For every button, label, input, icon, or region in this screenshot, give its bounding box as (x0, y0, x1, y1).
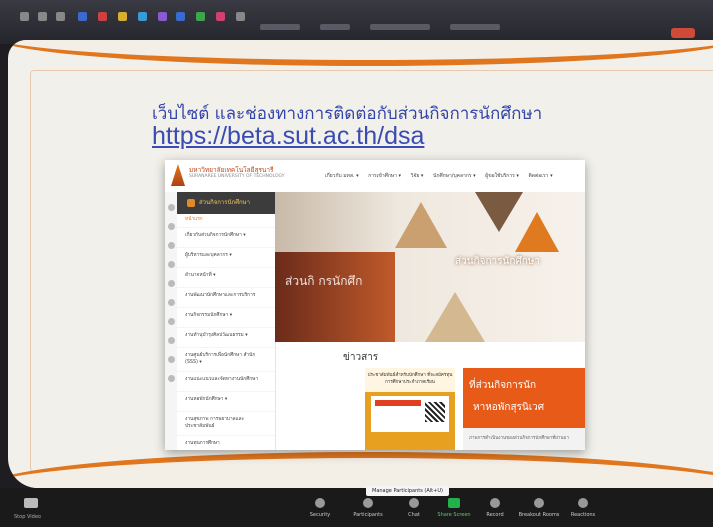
news-card-caption: ภาพการดำเนินงานของส่วนกิจการนักศึกษาที่ผ… (469, 436, 569, 441)
chat-bubble-icon (409, 498, 419, 508)
nav-item[interactable]: การเข้าศึกษา ▾ (368, 173, 401, 179)
banner-title: ส่วนกิจการนักศึกษา (455, 256, 541, 267)
record-indicator (671, 28, 695, 38)
building-photo (275, 252, 395, 342)
toolbar-icon[interactable] (118, 12, 127, 21)
decor-triangle (425, 292, 485, 342)
sidebar-item[interactable]: เกี่ยวกับส่วนกิจการนักศึกษา ▾ (177, 228, 275, 248)
toolbar-icon[interactable] (176, 12, 185, 21)
website-header: มหาวิทยาลัยเทคโนโลยีสุรนารี SURANAREE UN… (165, 160, 585, 193)
rail-icon[interactable] (167, 356, 175, 363)
news-card-subheadline: หาหอพักสุรนิเวศ (473, 402, 545, 413)
news-card-poster (463, 368, 585, 428)
qr-code-icon (425, 402, 445, 422)
top-toolbar (0, 0, 713, 44)
sidebar-item[interactable]: งานทำนุบำรุงศิลปวัฒนธรรม ▾ (177, 328, 275, 348)
people-icon (363, 498, 373, 508)
share-screen-icon (448, 498, 460, 508)
news-card[interactable]: ประชาสัมพันธ์สำหรับนักศึกษา ที่จะสมัครทุ… (365, 368, 455, 450)
toolbar-icon[interactable] (98, 12, 107, 21)
nav-item[interactable]: ติดต่อเรา ▾ (529, 173, 553, 179)
participants-tooltip: Manage Participants (Alt+U) (366, 486, 449, 496)
website-screenshot: มหาวิทยาลัยเทคโนโลยีสุรนารี SURANAREE UN… (165, 160, 585, 450)
sidebar-item[interactable]: งานทุนการศึกษา (177, 436, 275, 450)
icon-rail (165, 192, 177, 450)
news-heading: ข่าวสาร (343, 352, 379, 363)
rail-icon[interactable] (167, 299, 175, 306)
toolbar-icon[interactable] (56, 12, 65, 21)
news-card[interactable]: ที่ส่วนกิจการนัก หาหอพักสุรนิเวศ ภาพการด… (463, 368, 585, 450)
nav-item[interactable]: เกี่ยวกับ มทส. ▾ (325, 173, 359, 179)
poster-bar (375, 400, 421, 406)
sidebar-item[interactable]: งานกิจกรรมนักศึกษา ▾ (177, 308, 275, 328)
sidebar-item[interactable]: งานหอพักนักศึกษา ▾ (177, 392, 275, 412)
toolbar-icon[interactable] (216, 12, 225, 21)
rail-icon[interactable] (167, 280, 175, 287)
rail-icon[interactable] (167, 261, 175, 268)
grid-icon (534, 498, 544, 508)
sidebar-item-home[interactable]: หน้าแรก (177, 214, 275, 228)
rail-icon[interactable] (167, 318, 175, 325)
sidebar-item[interactable]: งานศูนย์บริการเพื่อนักศึกษา สำนัก (SSS) … (177, 348, 275, 372)
toolbar-icon[interactable] (236, 12, 245, 21)
nav-item[interactable]: ผู้ขอใช้บริการ ▾ (485, 173, 519, 179)
toolbar-icon[interactable] (20, 12, 29, 21)
news-card-poster (371, 396, 449, 432)
website-nav: เกี่ยวกับ มทส. ▾ การเข้าศึกษา ▾ วิจัย ▾ … (325, 172, 561, 180)
toolbar-icon[interactable] (196, 12, 205, 21)
shield-icon (315, 498, 325, 508)
toolbar-icon[interactable] (138, 12, 147, 21)
reactions-button[interactable]: Reactions (566, 488, 600, 527)
rail-icon[interactable] (167, 204, 175, 211)
video-camera-icon[interactable] (24, 498, 38, 508)
meeting-toolbar: Stop Video Security Participants Chat Sh… (0, 488, 713, 527)
decor-triangle (515, 212, 559, 252)
university-logo-icon (171, 164, 185, 186)
sidebar-header[interactable]: ส่วนกิจการนักศึกษา (177, 192, 275, 214)
nav-item[interactable]: วิจัย ▾ (411, 173, 424, 179)
department-icon (187, 199, 195, 207)
rail-icon[interactable] (167, 223, 175, 230)
nav-item[interactable]: นักศึกษา/บุคลากร ▾ (433, 173, 476, 179)
building-sign-text: ส่วนกิ กรนักศึก (285, 274, 363, 288)
record-icon (490, 498, 500, 508)
sidebar-item[interactable]: ผู้บริหารและบุคลากร ▾ (177, 248, 275, 268)
sidebar-item[interactable]: งานแนะแนวและจัดหางานนักศึกษา (177, 372, 275, 392)
decor-triangle (395, 202, 447, 248)
news-card-headline: ที่ส่วนกิจการนัก (469, 380, 536, 391)
sidebar-item[interactable]: งานพัฒนานักศึกษาและการบริการ (177, 288, 275, 308)
university-name-en: SURANAREE UNIVERSITY OF TECHNOLOGY (189, 174, 285, 179)
sidebar-item[interactable]: อำนาจหน้าที่ ▾ (177, 268, 275, 288)
security-button[interactable]: Security (305, 488, 335, 527)
slide-top-arc (8, 40, 713, 66)
rail-icon[interactable] (167, 242, 175, 249)
sidebar-item[interactable]: งานสุขภาพ การพยาบาลและ ประชาสัมพันธ์ (177, 412, 275, 436)
toolbar-icon[interactable] (38, 12, 47, 21)
toolbar-icon[interactable] (158, 12, 167, 21)
website-sidebar: ส่วนกิจการนักศึกษา หน้าแรก เกี่ยวกับส่วน… (177, 192, 276, 450)
dsa-website-link[interactable]: https://beta.sut.ac.th/dsa (152, 122, 424, 151)
news-card-title: ประชาสัมพันธ์สำหรับนักศึกษา ที่จะสมัครทุ… (365, 368, 455, 392)
smiley-icon (578, 498, 588, 508)
record-button[interactable]: Record (482, 488, 508, 527)
breakout-rooms-button[interactable]: Breakout Rooms (512, 488, 566, 527)
toolbar-icon[interactable] (78, 12, 87, 21)
hero-banner: ส่วนกิ กรนักศึก ส่วนกิจการนักศึกษา (275, 192, 585, 342)
rail-icon[interactable] (167, 337, 175, 344)
stop-video-button[interactable]: Stop Video (14, 514, 41, 520)
rail-icon[interactable] (167, 375, 175, 382)
